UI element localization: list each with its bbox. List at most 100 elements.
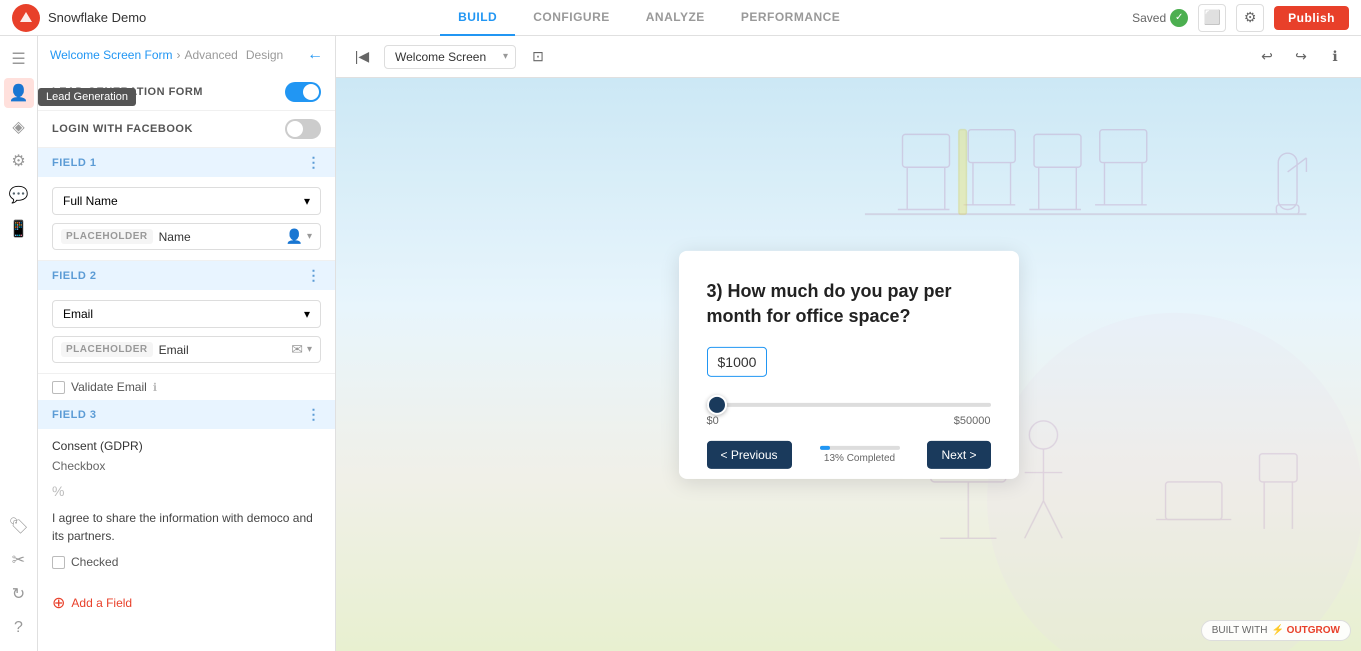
chevron-down-icon-2: ▾ xyxy=(304,307,310,321)
breadcrumb-advanced[interactable]: Advanced xyxy=(184,48,237,62)
checked-checkbox[interactable] xyxy=(52,556,65,569)
field-3-header: FIELD 3 ⋮ xyxy=(38,400,335,429)
slider-min-label: $0 xyxy=(707,415,719,427)
add-field-label: Add a Field xyxy=(71,596,132,610)
toolbar-right: ↩ ↪ ℹ xyxy=(1253,43,1349,71)
field-3-type: Consent (GDPR) xyxy=(52,439,321,453)
saved-badge: Saved ✓ xyxy=(1132,9,1188,27)
reset-view-btn[interactable]: |◀ xyxy=(348,43,376,71)
tab-configure[interactable]: CONFIGURE xyxy=(515,0,628,36)
panel-close-button[interactable]: ← xyxy=(307,46,323,64)
field-2-placeholder-tag: PLACEHOLDER xyxy=(61,342,153,357)
breadcrumb-link[interactable]: Welcome Screen Form xyxy=(50,48,172,62)
lead-gen-toggle[interactable] xyxy=(285,82,321,102)
quiz-slider-input[interactable]: $1000 xyxy=(707,347,768,377)
outgrow-logo: ⚡ OUTGROW xyxy=(1271,625,1340,636)
field-2-placeholder-value: Email xyxy=(159,343,286,357)
slider-thumb[interactable] xyxy=(707,395,727,415)
field-3-subtype: Checkbox xyxy=(52,459,321,473)
fit-btn[interactable]: ⊡ xyxy=(524,43,552,71)
screen-select[interactable]: Welcome Screen xyxy=(384,45,516,69)
tab-performance[interactable]: PERFORMANCE xyxy=(723,0,859,36)
login-fb-label: LOGIN WITH FACEBOOK xyxy=(52,123,193,135)
sidebar-icon-tag[interactable]: 🏷 xyxy=(4,511,34,541)
field-3-menu[interactable]: ⋮ xyxy=(307,406,322,423)
sub-panel: Welcome Screen Form › Advanced Design ← … xyxy=(38,36,336,651)
info-icon: ℹ xyxy=(153,381,157,394)
tab-analyze[interactable]: ANALYZE xyxy=(628,0,723,36)
field-1-body: Full Name ▾ PLACEHOLDER Name 👤 ▾ xyxy=(38,177,335,261)
left-sidebar: ☰ 👤 ◈ ⚙ 💬 📱 🏷 ✂ ↻ ? xyxy=(0,36,38,651)
validate-email-label: Validate Email xyxy=(71,380,147,394)
field-3-label: FIELD 3 xyxy=(52,409,96,421)
lead-tooltip: Lead Generation xyxy=(38,88,136,106)
field-2-body: Email ▾ PLACEHOLDER Email ✉ ▾ xyxy=(38,290,335,374)
chevron-icon-2: ▾ xyxy=(307,344,312,355)
sidebar-icon-tools[interactable]: ✂ xyxy=(4,545,34,575)
sidebar-icon-shape[interactable]: ◈ xyxy=(4,112,34,142)
built-with-badge: BUILT WITH ⚡ OUTGROW xyxy=(1201,620,1351,641)
app-title: Snowflake Demo xyxy=(48,10,146,25)
field-2-placeholder-row: PLACEHOLDER Email ✉ ▾ xyxy=(52,336,321,363)
logo[interactable] xyxy=(12,4,40,32)
canvas-background: 3) How much do you pay per month for off… xyxy=(336,78,1361,651)
progress-area: 13% Completed xyxy=(792,446,928,464)
field-2-type-label: Email xyxy=(63,307,93,321)
field-2-menu[interactable]: ⋮ xyxy=(307,267,322,284)
sidebar-icon-phone[interactable]: 📱 xyxy=(4,214,34,244)
toolbar-strip: |◀ Welcome Screen ⊡ ↩ ↪ ℹ xyxy=(336,36,1361,78)
validate-email-checkbox[interactable] xyxy=(52,381,65,394)
built-with-prefix: BUILT WITH xyxy=(1212,625,1268,636)
sidebar-icon-list[interactable]: ☰ xyxy=(4,44,34,74)
add-field-row[interactable]: ⊕ Add a Field xyxy=(38,583,335,623)
sidebar-icon-help[interactable]: ? xyxy=(4,613,34,643)
undo-btn[interactable]: ↩ xyxy=(1253,43,1281,71)
settings-btn[interactable]: ⚙ xyxy=(1236,4,1264,32)
field-3-subtype-row: Checkbox xyxy=(52,459,321,473)
nav-tabs: BUILD CONFIGURE ANALYZE PERFORMANCE xyxy=(174,0,1124,36)
add-icon: ⊕ xyxy=(52,593,65,613)
field-2-type-dropdown[interactable]: Email ▾ xyxy=(52,300,321,328)
slider-container: $0 $50000 xyxy=(707,389,991,431)
sidebar-icon-refresh[interactable]: ↻ xyxy=(4,579,34,609)
slider-track xyxy=(707,403,991,407)
sidebar-icon-message[interactable]: 💬 xyxy=(4,180,34,210)
field-3-body: Consent (GDPR) Checkbox % I agree to sha… xyxy=(38,429,335,583)
validate-email-row: Validate Email ℹ xyxy=(38,374,335,400)
tab-build[interactable]: BUILD xyxy=(440,0,515,36)
field-1-placeholder-tag: PLACEHOLDER xyxy=(61,229,153,244)
breadcrumb-design[interactable]: Design xyxy=(246,48,283,62)
preview-btn[interactable]: ⬜ xyxy=(1198,4,1226,32)
percent-row: % xyxy=(52,479,321,503)
checked-row: Checked xyxy=(52,551,321,573)
field-1-type-dropdown[interactable]: Full Name ▾ xyxy=(52,187,321,215)
canvas: 3) How much do you pay per month for off… xyxy=(336,78,1361,651)
quiz-question: 3) How much do you pay per month for off… xyxy=(707,278,991,328)
field-2-label: FIELD 2 xyxy=(52,270,96,282)
sidebar-icon-gear[interactable]: ⚙ xyxy=(4,146,34,176)
panel-header: Welcome Screen Form › Advanced Design ← xyxy=(38,36,335,74)
info-btn[interactable]: ℹ xyxy=(1321,43,1349,71)
login-fb-toggle[interactable] xyxy=(285,119,321,139)
field-1-type-label: Full Name xyxy=(63,194,118,208)
checked-label: Checked xyxy=(71,555,118,569)
nav-right: Saved ✓ ⬜ ⚙ Publish xyxy=(1132,4,1349,32)
field-1-menu[interactable]: ⋮ xyxy=(307,154,322,171)
field-1-header: FIELD 1 ⋮ xyxy=(38,148,335,177)
field-3-section: FIELD 3 ⋮ Consent (GDPR) Checkbox % I ag… xyxy=(38,400,335,583)
publish-button[interactable]: Publish xyxy=(1274,6,1349,30)
saved-label: Saved xyxy=(1132,11,1166,25)
quiz-footer: < Previous 13% Completed Next > xyxy=(679,431,1019,479)
percent-icon: % xyxy=(52,483,64,499)
slider-labels: $0 $50000 xyxy=(707,415,991,427)
sidebar-icon-user[interactable]: 👤 xyxy=(4,78,34,108)
field-1-placeholder-value: Name xyxy=(159,230,280,244)
quiz-card: 3) How much do you pay per month for off… xyxy=(679,250,1019,478)
next-button[interactable]: Next > xyxy=(927,441,990,469)
field-1-placeholder-row: PLACEHOLDER Name 👤 ▾ xyxy=(52,223,321,250)
redo-btn[interactable]: ↪ xyxy=(1287,43,1315,71)
field-2-header: FIELD 2 ⋮ xyxy=(38,261,335,290)
email-icon: ✉ xyxy=(291,341,303,358)
prev-button[interactable]: < Previous xyxy=(707,441,792,469)
progress-text: 13% Completed xyxy=(824,453,895,464)
